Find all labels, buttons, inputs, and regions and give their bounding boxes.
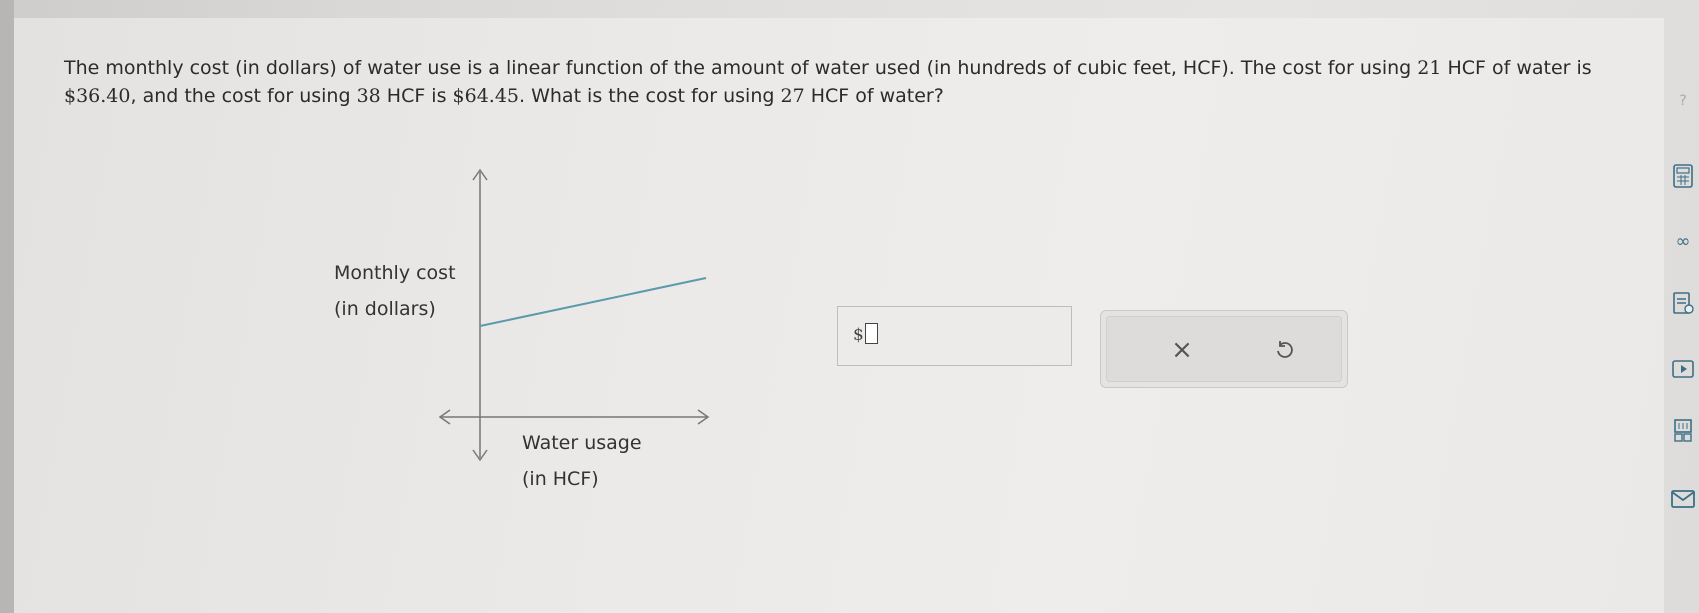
window-left-edge	[0, 0, 14, 613]
question-text: The monthly cost (in dollars) of water u…	[64, 57, 1592, 107]
video-icon[interactable]	[1670, 356, 1696, 382]
textbook-icon[interactable]	[1670, 290, 1696, 316]
periodic-table-icon[interactable]	[1670, 418, 1696, 444]
undo-icon	[1277, 341, 1293, 358]
answer-input[interactable]: $	[837, 306, 1072, 366]
action-panel: ×	[1100, 310, 1348, 388]
mail-icon[interactable]	[1670, 486, 1696, 512]
dollar-sign: $	[853, 325, 864, 345]
help-icon[interactable]: ?	[1670, 88, 1696, 114]
clear-button[interactable]: ×	[1167, 335, 1197, 365]
close-icon: ×	[1171, 335, 1193, 365]
y-axis-label: Monthly cost (in dollars)	[334, 262, 456, 320]
infinity-icon[interactable]: ∞	[1670, 228, 1696, 254]
action-panel-inner: ×	[1106, 316, 1342, 382]
x-axis-label: Water usage (in HCF)	[522, 432, 642, 490]
undo-button[interactable]	[1270, 335, 1300, 365]
calculator-icon[interactable]	[1670, 163, 1696, 189]
answer-cursor-box[interactable]	[865, 323, 878, 344]
